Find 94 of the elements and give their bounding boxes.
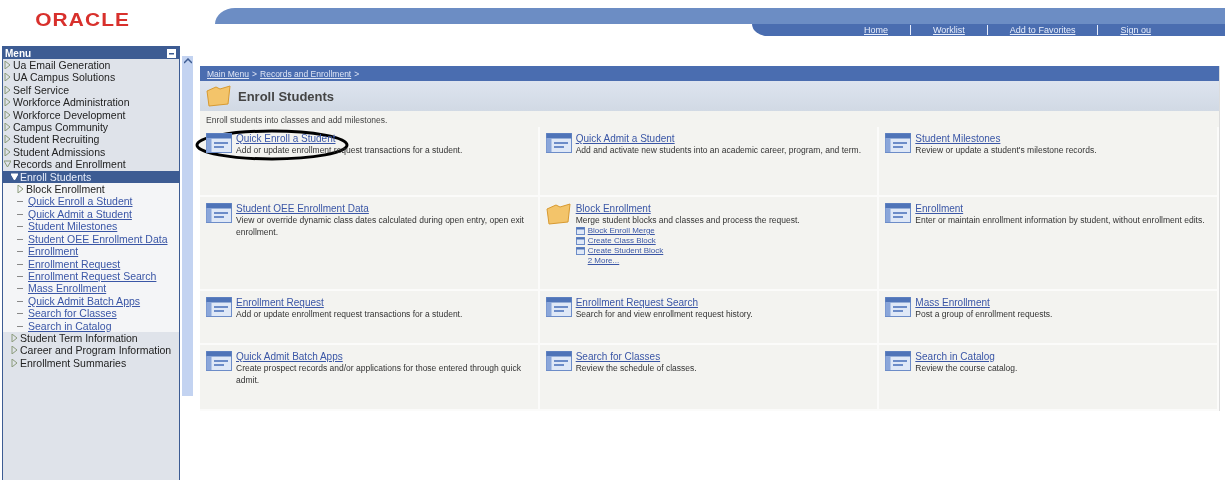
window-icon (885, 297, 912, 317)
window-icon (545, 297, 572, 317)
page-icon (575, 227, 585, 235)
menu-item[interactable]: Career and Program Information (20, 344, 172, 357)
tile-description: Enter or maintain enrollment information by student, without enrollment edits. (915, 214, 1205, 226)
breadcrumb-separator: > (252, 68, 258, 79)
menu-item[interactable]: Mass Enrollment (28, 282, 107, 295)
collapsed-arrow-icon[interactable] (17, 185, 24, 194)
collapse-icon[interactable] (167, 48, 176, 58)
tile-description: Merge student blocks and classes and process the request. (575, 214, 800, 226)
dash-icon (17, 251, 23, 253)
dash-icon (17, 238, 23, 240)
menu-item[interactable]: Student Term Information (20, 331, 138, 345)
window-icon (885, 351, 912, 371)
tile-link[interactable]: Enrollment Request Search (575, 297, 698, 308)
menu-item[interactable]: UA Campus Solutions (13, 71, 116, 84)
page-title: Enroll Students (238, 88, 335, 104)
window-icon (545, 133, 572, 153)
menu-item[interactable]: Workforce Administration (13, 96, 130, 109)
menu-item[interactable]: Student Admissions (13, 145, 106, 159)
tile-link[interactable]: Mass Enrollment (915, 297, 990, 308)
tile-description: Create prospect records and/or applications for those entered through quick admit. (236, 362, 522, 386)
tile-description: Review the schedule of classes. (575, 362, 697, 374)
menu-item[interactable]: Enrollment Request (28, 257, 121, 270)
tile-description: Search for and view enrollment request history. (575, 308, 753, 320)
scroll-bar[interactable] (182, 56, 193, 396)
menu-item[interactable]: Records and Enrollment (13, 158, 126, 171)
folder-icon (206, 85, 232, 107)
dash-icon (17, 288, 23, 290)
menu-item[interactable]: Enrollment (28, 245, 79, 258)
dash-icon (17, 313, 23, 315)
tile-description: View or override dynamic class dates calculated during open entry, open exit enrollment. (236, 214, 525, 238)
window-icon (545, 351, 572, 371)
tile-link[interactable]: Search for Classes (575, 351, 661, 362)
menu-item[interactable]: Quick Admit Batch Apps (28, 294, 141, 308)
dash-icon (17, 213, 23, 215)
menu-item[interactable]: Self Service (13, 83, 70, 97)
oracle-logo: ORACLE (34, 8, 131, 32)
window-icon (206, 351, 232, 371)
tile-link[interactable]: Quick Enroll a Student (236, 133, 336, 144)
page-icon (575, 247, 585, 255)
nav-link[interactable]: Home (842, 25, 910, 35)
menu-item[interactable]: Search in Catalog (28, 319, 112, 332)
window-icon (206, 297, 232, 317)
menu-item[interactable]: Enrollment Request Search (28, 269, 157, 283)
menu-item[interactable]: Search for Classes (28, 307, 117, 320)
dash-icon (17, 226, 23, 228)
menu-item[interactable]: Enrollment Summaries (20, 356, 127, 370)
nav-link[interactable]: Sign ou (1098, 25, 1173, 35)
more-link[interactable]: 2 More... (587, 256, 620, 266)
tile-description: Add and activate new students into an academic career, program, and term. (575, 144, 862, 156)
menu-item[interactable]: Workforce Development (13, 108, 126, 122)
menu-item[interactable]: Quick Admit a Student (28, 207, 132, 221)
nav-link[interactable]: Worklist (911, 25, 987, 35)
tile-description: Post a group of enrollment requests. (915, 308, 1053, 320)
sub-link[interactable]: Block Enroll Merge (587, 226, 655, 236)
tile-link[interactable]: Enrollment (915, 203, 964, 214)
window-icon (885, 203, 912, 223)
page-icon (575, 237, 585, 245)
nav-link[interactable]: Add to Favorites (987, 25, 1098, 35)
folder-icon (545, 203, 572, 225)
scroll-up-icon[interactable] (183, 58, 192, 64)
menu-item[interactable]: Student Milestones (28, 220, 118, 233)
tile-description: Review or update a student's milestone records. (915, 144, 1097, 156)
menu-item[interactable]: Ua Email Generation (13, 59, 111, 72)
dash-icon (17, 275, 23, 277)
window-icon (206, 133, 232, 153)
sub-link[interactable]: Create Student Block (587, 246, 664, 256)
menu-item[interactable]: Quick Enroll a Student (28, 195, 133, 208)
tile-link[interactable]: Quick Admit Batch Apps (236, 351, 343, 362)
breadcrumb-link[interactable]: Main Menu (207, 68, 250, 79)
page-description: Enroll students into classes and add milestones. (206, 115, 389, 125)
tile-description: Add or update enrollment request transactions for a student. (236, 308, 463, 320)
dash-icon (17, 325, 23, 327)
tile-link[interactable]: Student OEE Enrollment Data (236, 203, 369, 214)
tile-link[interactable]: Search in Catalog (915, 351, 995, 362)
menu-title: Menu (5, 47, 32, 59)
dash-icon (17, 201, 23, 203)
window-icon (206, 203, 232, 223)
dash-icon (17, 263, 23, 265)
tile-link[interactable]: Student Milestones (915, 133, 1001, 144)
menu-item[interactable]: Campus Community (13, 121, 109, 134)
sub-link[interactable]: Create Class Block (587, 236, 656, 246)
dash-icon (17, 300, 23, 302)
tile-link[interactable]: Block Enrollment (575, 203, 651, 214)
menu-item[interactable]: Student OEE Enrollment Data (28, 232, 168, 246)
tile-link[interactable]: Quick Admit a Student (575, 133, 675, 144)
tile-link[interactable]: Enrollment Request (236, 297, 324, 308)
menu-item[interactable]: Student Recruiting (13, 133, 100, 146)
window-icon (885, 133, 912, 153)
tile-description: Review the course catalog. (915, 362, 1018, 374)
breadcrumb-separator: > (354, 68, 360, 79)
menu-item[interactable]: Block Enrollment (26, 183, 105, 196)
breadcrumb-link[interactable]: Records and Enrollment (260, 68, 352, 79)
